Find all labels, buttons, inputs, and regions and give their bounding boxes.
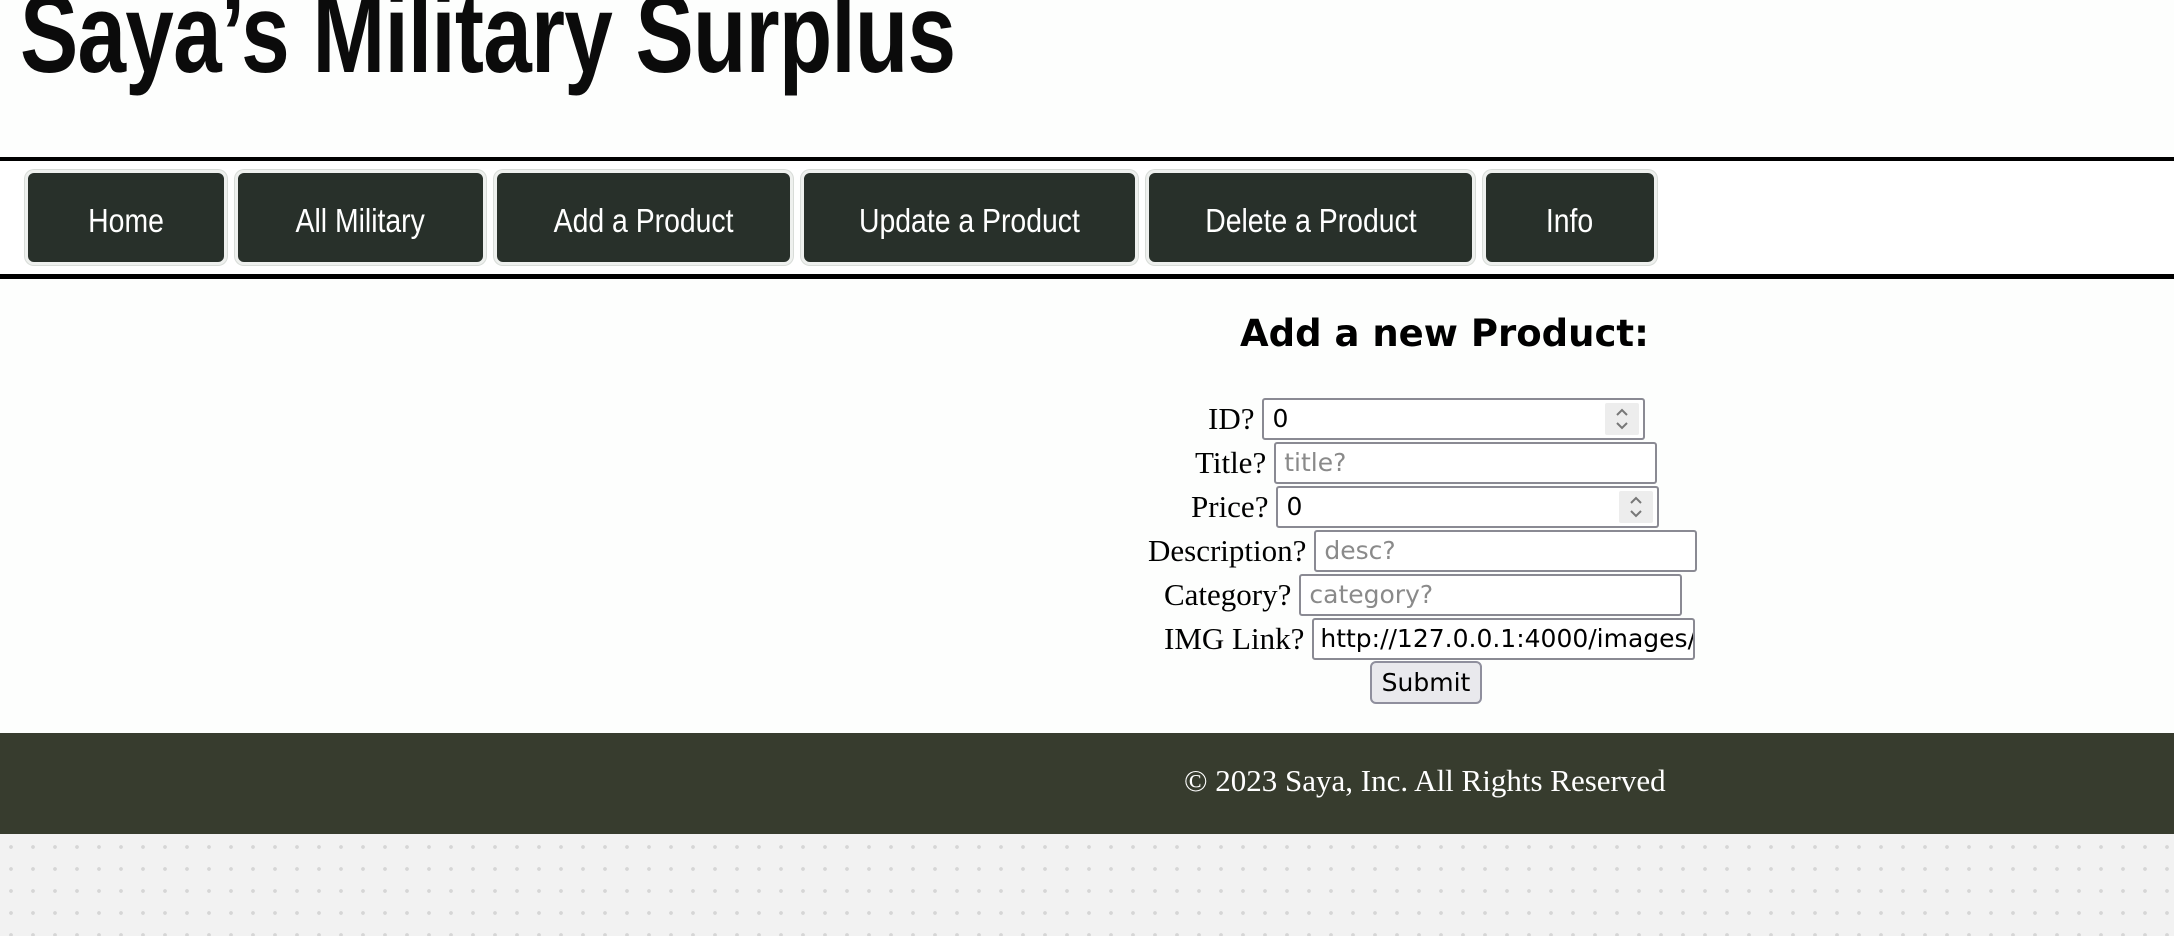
img-link-value: http://127.0.0.1:4000/images/ <box>1320 624 1696 653</box>
id-label: ID? <box>1208 401 1255 436</box>
spinner-arrows-icon <box>1616 408 1629 430</box>
nav-add-product-button[interactable]: Add a Product <box>494 170 793 265</box>
site-title: Saya’s Military Surplus <box>20 0 956 96</box>
nav-all-military-label: All Military <box>295 202 426 239</box>
category-placeholder: category? <box>1309 580 1434 609</box>
title-placeholder: title? <box>1284 448 1347 477</box>
title-input[interactable]: title? <box>1274 442 1658 484</box>
nav-add-product-label: Add a Product <box>553 202 734 239</box>
description-label: Description? <box>1148 533 1307 568</box>
description-placeholder: desc? <box>1324 536 1396 565</box>
nav-update-product-label: Update a Product <box>859 202 1080 239</box>
category-label: Category? <box>1164 577 1292 612</box>
description-row: Description? desc? <box>1148 529 1698 573</box>
img-link-label: IMG Link? <box>1164 621 1305 656</box>
nav-home-label: Home <box>88 202 164 239</box>
nav-info-label: Info <box>1546 202 1594 239</box>
title-label: Title? <box>1195 445 1267 480</box>
id-spinner[interactable] <box>1605 403 1640 435</box>
img-link-input[interactable]: http://127.0.0.1:4000/images/ <box>1312 618 1696 660</box>
nav-all-military-button[interactable]: All Military <box>235 170 486 265</box>
title-row: Title? title? <box>1195 441 1658 485</box>
price-label: Price? <box>1191 489 1269 524</box>
page-body: Saya’s Military Surplus Home All Militar… <box>0 0 2174 733</box>
nav-delete-product-button[interactable]: Delete a Product <box>1146 170 1475 265</box>
price-row: Price? 0 <box>1191 485 1660 529</box>
img-link-row: IMG Link? http://127.0.0.1:4000/images/ <box>1164 617 1696 661</box>
form-heading: Add a new Product: <box>1240 312 1649 355</box>
nav-home-button[interactable]: Home <box>25 170 227 265</box>
id-value: 0 <box>1272 404 1289 433</box>
main-nav: Home All Military Add a Product Update a… <box>0 157 2174 279</box>
price-input[interactable]: 0 <box>1276 486 1660 528</box>
submit-button[interactable]: Submit <box>1370 661 1482 704</box>
nav-delete-product-label: Delete a Product <box>1204 202 1417 239</box>
category-input[interactable]: category? <box>1299 574 1683 616</box>
nav-info-button[interactable]: Info <box>1483 170 1657 265</box>
description-input[interactable]: desc? <box>1314 530 1698 572</box>
footer-copyright: © 2023 Saya, Inc. All Rights Reserved <box>1184 763 1666 798</box>
price-spinner[interactable] <box>1619 491 1654 523</box>
price-value: 0 <box>1286 492 1303 521</box>
id-input[interactable]: 0 <box>1262 398 1646 440</box>
nav-update-product-button[interactable]: Update a Product <box>801 170 1138 265</box>
spinner-arrows-icon <box>1630 496 1643 518</box>
footer: © 2023 Saya, Inc. All Rights Reserved <box>0 733 2174 834</box>
id-row: ID? 0 <box>1208 397 1646 441</box>
category-row: Category? category? <box>1164 573 1683 617</box>
